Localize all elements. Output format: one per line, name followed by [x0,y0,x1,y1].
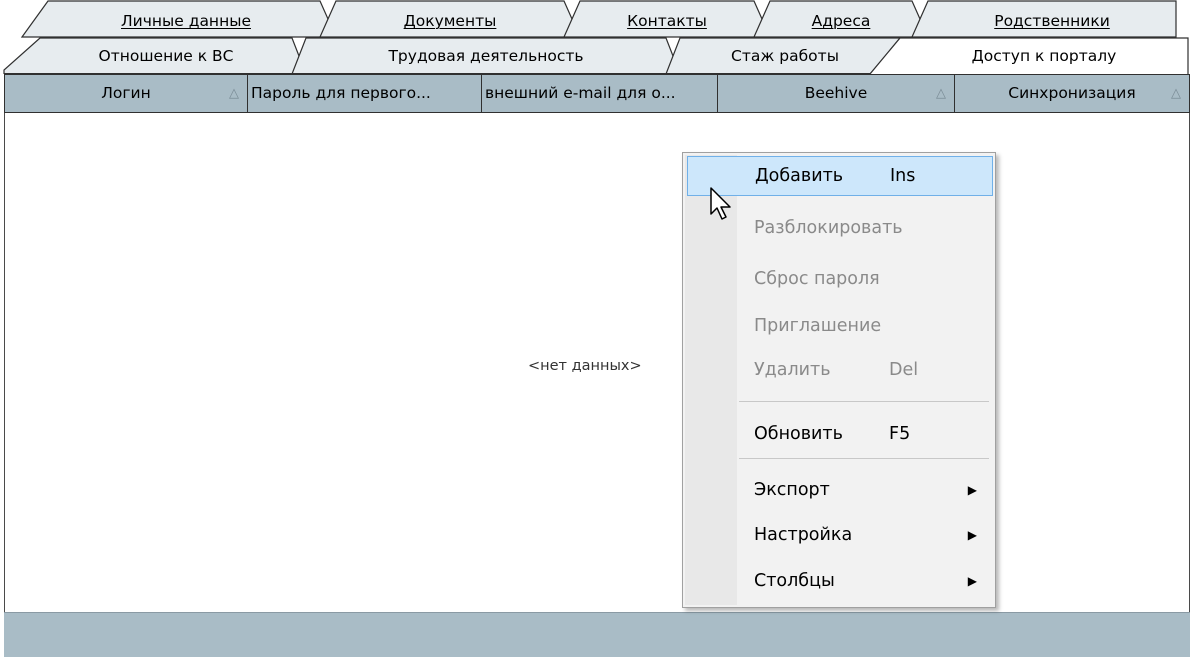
sort-icon: △ [229,86,239,101]
tab-experience[interactable]: Стаж работы [680,45,890,67]
menu-item-label: Добавить [755,166,844,186]
menu-item-shortcut: F5 [889,424,911,444]
menu-item-settings[interactable]: Настройка ▶ [687,515,993,555]
tab-work-history[interactable]: Трудовая деятельность [306,45,666,67]
tab-documents[interactable]: Документы [336,10,564,32]
column-header-label: Beehive [804,84,868,102]
menu-item-reset-password[interactable]: Сброс пароля [687,259,993,299]
menu-item-refresh[interactable]: Обновить F5 [687,414,993,454]
menu-item-label: Настройка [754,525,853,545]
grid-header: Логин △ Пароль для первого... внешний e-… [4,74,1190,113]
tab-portal-access[interactable]: Доступ к порталу [900,45,1188,67]
sort-icon: △ [1171,86,1181,101]
tab-strip: Личные данные Документы Контакты Адреса … [0,0,1192,74]
menu-item-delete[interactable]: Удалить Del [687,350,993,390]
triangle-right-icon: ▶ [967,528,977,542]
column-header-label: Пароль для первого... [251,84,431,102]
menu-item-export[interactable]: Экспорт ▶ [687,470,993,510]
menu-item-label: Удалить [754,360,831,380]
tab-personal-data[interactable]: Личные данные [52,10,320,32]
column-header-beehive[interactable]: Beehive △ [718,75,955,112]
menu-item-label: Экспорт [754,480,830,500]
menu-item-label: Разблокировать [754,218,903,238]
grid-footer-panel [4,612,1190,657]
menu-item-shortcut: Ins [890,166,916,186]
menu-item-label: Приглашение [754,316,882,336]
menu-item-invitation[interactable]: Приглашение [687,306,993,346]
column-header-label: внешний e-mail для о... [485,84,676,102]
triangle-right-icon: ▶ [967,483,977,497]
menu-item-columns[interactable]: Столбцы ▶ [687,561,993,601]
menu-item-shortcut: Del [889,360,919,380]
sort-icon: △ [936,86,946,101]
column-header-login[interactable]: Логин △ [5,75,248,112]
tab-military[interactable]: Отношение к ВС [40,45,292,67]
menu-item-label: Столбцы [754,571,835,591]
menu-separator [739,401,989,402]
column-header-sync[interactable]: Синхронизация △ [955,75,1189,112]
tab-relatives[interactable]: Родственники [928,10,1176,32]
menu-item-label: Обновить [754,424,843,444]
tab-contacts[interactable]: Контакты [580,10,754,32]
menu-item-label: Сброс пароля [754,269,880,289]
mouse-cursor-icon [710,187,731,220]
column-header-external-email[interactable]: внешний e-mail для о... [482,75,718,112]
menu-separator [739,458,989,459]
empty-grid-message: <нет данных> [528,358,642,374]
triangle-right-icon: ▶ [967,574,977,588]
tab-addresses[interactable]: Адреса [770,10,912,32]
column-header-label: Синхронизация [1008,84,1136,102]
column-header-password[interactable]: Пароль для первого... [248,75,482,112]
column-header-label: Логин [101,84,151,102]
